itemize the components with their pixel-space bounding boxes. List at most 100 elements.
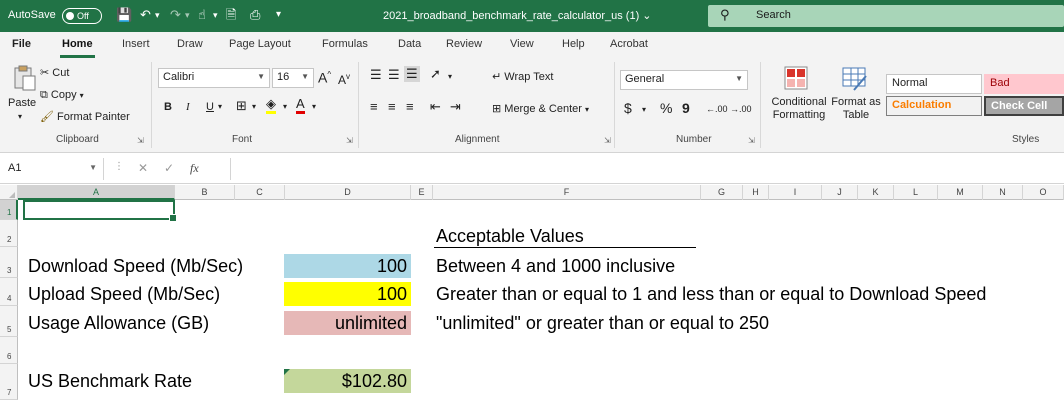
- conditional-formatting-button[interactable]: Conditional Formatting: [766, 96, 832, 122]
- cell-a3[interactable]: Download Speed (Mb/Sec): [28, 256, 243, 277]
- number-format-dropdown[interactable]: General ▼: [620, 70, 748, 90]
- style-calculation[interactable]: Calculation: [886, 96, 982, 116]
- select-all-button[interactable]: [0, 185, 18, 200]
- more-options-icon[interactable]: ⋮: [114, 161, 124, 172]
- style-check-cell[interactable]: Check Cell: [984, 96, 1064, 116]
- font-name-dropdown[interactable]: Calibri ▼: [158, 68, 270, 88]
- column-header-d[interactable]: D: [285, 185, 411, 200]
- redo-icon[interactable]: ↷: [170, 7, 181, 23]
- font-color-icon[interactable]: A: [296, 97, 305, 114]
- font-size-dropdown[interactable]: 16 ▼: [272, 68, 314, 88]
- format-as-table-button[interactable]: Format as Table: [830, 96, 882, 122]
- percent-style-button[interactable]: %: [660, 101, 672, 115]
- formula-input[interactable]: [230, 158, 1064, 180]
- tab-review[interactable]: Review: [446, 38, 482, 50]
- cancel-icon[interactable]: ✕: [138, 161, 148, 175]
- touch-dropdown-icon[interactable]: ▾: [213, 7, 218, 23]
- accounting-format-button[interactable]: $: [624, 101, 632, 115]
- orientation-icon[interactable]: ➚: [430, 67, 441, 81]
- italic-button[interactable]: I: [186, 100, 190, 114]
- alignment-launcher-icon[interactable]: ⇲: [604, 136, 611, 145]
- column-header-i[interactable]: I: [769, 185, 822, 200]
- copy-button[interactable]: ⧉ Copy ▾: [40, 88, 84, 103]
- decrease-indent-icon[interactable]: ⇤: [430, 100, 441, 114]
- underline-dropdown-icon[interactable]: ▾: [218, 100, 222, 114]
- align-middle-icon[interactable]: ☰: [388, 68, 400, 82]
- column-header-e[interactable]: E: [411, 185, 433, 200]
- tab-insert[interactable]: Insert: [122, 38, 150, 50]
- clipboard-launcher-icon[interactable]: ⇲: [137, 136, 144, 145]
- tab-page-layout[interactable]: Page Layout: [229, 38, 291, 50]
- column-header-h[interactable]: H: [743, 185, 769, 200]
- style-normal[interactable]: Normal: [886, 74, 982, 94]
- row-header-5[interactable]: 5: [0, 306, 18, 337]
- paste-icon[interactable]: [11, 64, 39, 92]
- tab-draw[interactable]: Draw: [177, 38, 203, 50]
- tab-help[interactable]: Help: [562, 38, 585, 50]
- column-header-o[interactable]: O: [1023, 185, 1064, 200]
- comma-style-button[interactable]: 9: [682, 101, 690, 115]
- cell-d3-download-speed[interactable]: 100: [284, 254, 411, 278]
- format-as-table-icon[interactable]: [840, 64, 868, 92]
- orientation-dropdown-icon[interactable]: ▾: [448, 70, 452, 84]
- customize-toolbar-icon[interactable]: ▾: [276, 7, 281, 23]
- column-header-c[interactable]: C: [235, 185, 285, 200]
- row-header-6[interactable]: 6: [0, 337, 18, 364]
- increase-font-size-button[interactable]: A^: [318, 68, 331, 85]
- underline-button[interactable]: U: [206, 100, 214, 114]
- cut-button[interactable]: ✂ Cut: [40, 66, 69, 80]
- bold-button[interactable]: B: [164, 100, 172, 114]
- insert-function-icon[interactable]: fx: [190, 161, 199, 176]
- align-bottom-icon[interactable]: ☰: [404, 66, 420, 82]
- undo-dropdown-icon[interactable]: ▾: [155, 7, 160, 23]
- fill-color-icon[interactable]: ◈: [266, 97, 276, 114]
- save-icon[interactable]: 💾: [116, 7, 132, 23]
- increase-decimal-button[interactable]: ←.00: [706, 102, 728, 116]
- align-center-icon[interactable]: ≡: [388, 100, 396, 114]
- cell-a7[interactable]: US Benchmark Rate: [28, 371, 192, 392]
- column-header-a[interactable]: A: [18, 185, 175, 200]
- row-header-4[interactable]: 4: [0, 278, 18, 306]
- font-color-dropdown-icon[interactable]: ▾: [312, 100, 316, 114]
- tab-data[interactable]: Data: [398, 38, 421, 50]
- merge-center-button[interactable]: ⊞ Merge & Center ▾: [492, 102, 589, 117]
- align-right-icon[interactable]: ≡: [406, 100, 414, 114]
- cell-d4-upload-speed[interactable]: 100: [284, 282, 411, 306]
- cell-f5[interactable]: "unlimited" or greater than or equal to …: [436, 313, 769, 334]
- search-box[interactable]: ⚲ Search: [708, 5, 1064, 27]
- document-title[interactable]: 2021_broadband_benchmark_rate_calculator…: [383, 9, 652, 22]
- cell-f2[interactable]: Acceptable Values: [436, 226, 584, 247]
- accounting-dropdown-icon[interactable]: ▾: [642, 103, 646, 117]
- tab-home[interactable]: Home: [60, 38, 95, 58]
- format-painter-button[interactable]: 🖌 Format Painter: [40, 110, 130, 124]
- align-top-icon[interactable]: ☰: [370, 68, 382, 82]
- cell-f3[interactable]: Between 4 and 1000 inclusive: [436, 256, 675, 277]
- column-header-f[interactable]: F: [433, 185, 701, 200]
- paste-dropdown-icon[interactable]: ▾: [18, 110, 22, 124]
- number-launcher-icon[interactable]: ⇲: [748, 136, 755, 145]
- cell-f4[interactable]: Greater than or equal to 1 and less than…: [436, 284, 986, 305]
- paste-button[interactable]: Paste: [8, 96, 36, 110]
- decrease-decimal-button[interactable]: →.00: [730, 102, 752, 116]
- cell-d5-usage-allowance[interactable]: unlimited: [284, 311, 411, 335]
- style-bad[interactable]: Bad: [984, 74, 1064, 94]
- font-launcher-icon[interactable]: ⇲: [346, 136, 353, 145]
- column-header-k[interactable]: K: [858, 185, 894, 200]
- column-header-b[interactable]: B: [175, 185, 235, 200]
- borders-dropdown-icon[interactable]: ▾: [252, 100, 256, 114]
- column-header-m[interactable]: M: [938, 185, 983, 200]
- row-header-7[interactable]: 7: [0, 364, 18, 400]
- cell-a5[interactable]: Usage Allowance (GB): [28, 313, 209, 334]
- autosave-toggle[interactable]: Off: [62, 8, 102, 24]
- selected-cell-a1[interactable]: [23, 200, 177, 222]
- column-header-j[interactable]: J: [822, 185, 858, 200]
- redo-dropdown-icon[interactable]: ▾: [185, 7, 190, 23]
- column-header-g[interactable]: G: [701, 185, 743, 200]
- quick-print-icon[interactable]: ⎙: [250, 7, 260, 23]
- fill-color-dropdown-icon[interactable]: ▾: [283, 100, 287, 114]
- print-preview-icon[interactable]: 🗎: [226, 7, 236, 23]
- tab-file[interactable]: File: [12, 38, 31, 50]
- increase-indent-icon[interactable]: ⇥: [450, 100, 461, 114]
- wrap-text-button[interactable]: ↵ Wrap Text: [492, 70, 553, 84]
- cell-d7-benchmark-rate[interactable]: $102.80: [284, 369, 411, 393]
